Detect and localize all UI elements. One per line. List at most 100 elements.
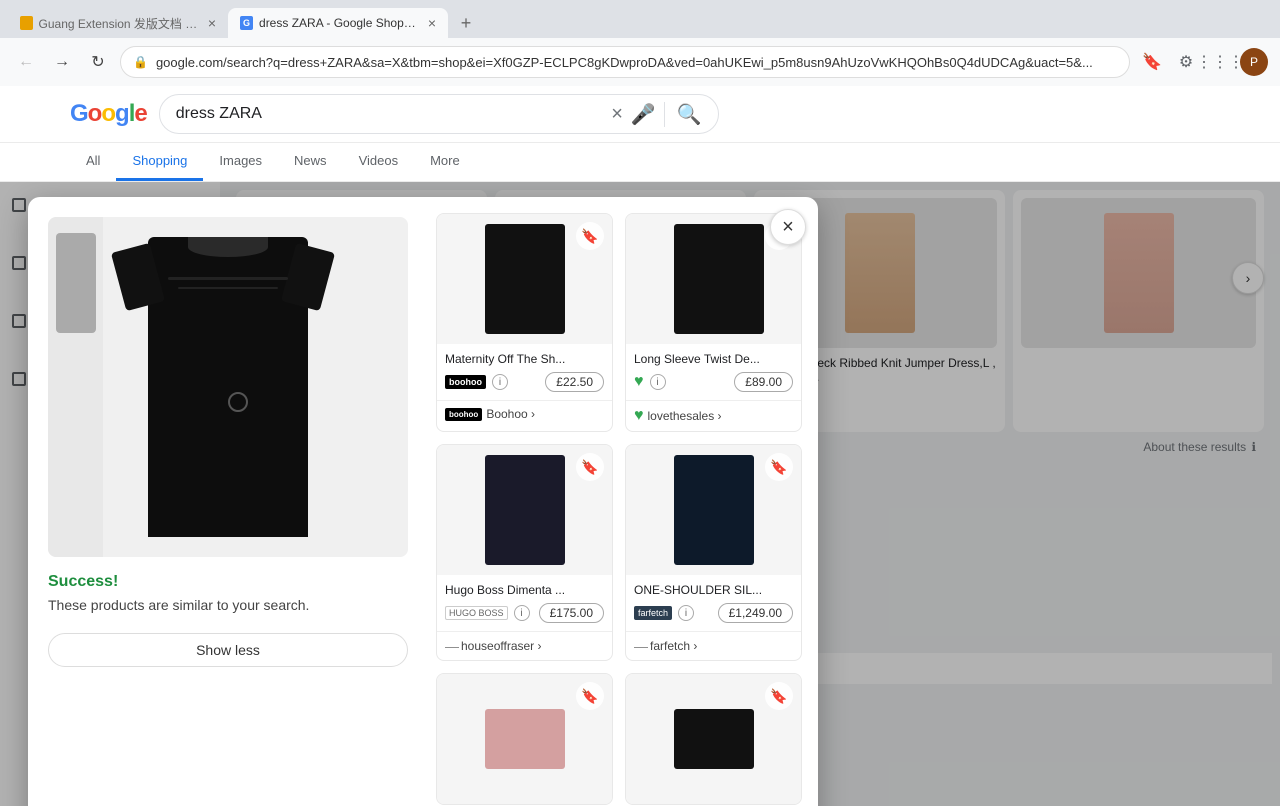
success-text: Success! bbox=[48, 573, 408, 591]
maternity-price[interactable]: £22.50 bbox=[545, 372, 604, 392]
maternity-footer: boohoo i £22.50 bbox=[445, 372, 604, 392]
success-section: Success! These products are similar to y… bbox=[48, 573, 408, 613]
dress-drape bbox=[168, 277, 288, 280]
modal-close-button[interactable]: × bbox=[770, 209, 806, 245]
heart-icon: ♥ bbox=[634, 373, 644, 391]
tab-bar: Guang Extension 发版文档 - Fe... × G dress Z… bbox=[0, 0, 1280, 38]
farfetch-dash: — bbox=[634, 638, 646, 654]
tab-videos[interactable]: Videos bbox=[343, 143, 415, 181]
maternity-retailer-label: Boohoo › bbox=[486, 407, 535, 421]
hugo-retailer-label: houseoffraser › bbox=[461, 639, 542, 653]
tab-guang-close[interactable]: × bbox=[208, 15, 216, 31]
hugo-retailer-footer[interactable]: — houseoffraser › bbox=[437, 631, 612, 660]
shoulder-bookmark-icon[interactable]: 🔖 bbox=[765, 453, 793, 481]
twist-name: Long Sleeve Twist De... bbox=[634, 352, 793, 366]
guang-favicon bbox=[20, 16, 33, 30]
twist-retailer-footer[interactable]: ♥ lovethesales › bbox=[626, 400, 801, 431]
search-input-wrap[interactable]: dress ZARA × 🎤 🔍 bbox=[159, 94, 719, 134]
product-row-3: 🔖 🔖 bbox=[436, 673, 802, 805]
tab-shopping[interactable]: Shopping bbox=[116, 143, 203, 181]
dress-container bbox=[138, 232, 318, 542]
boohoo-logo-2: boohoo bbox=[445, 408, 482, 421]
shoulder-price[interactable]: £1,249.00 bbox=[718, 603, 793, 623]
product-row-1: 🔖 Maternity Off The Sh... boohoo i £22.5… bbox=[436, 213, 802, 432]
product-twist[interactable]: 🔖 Long Sleeve Twist De... ♥ i £89.00 bbox=[625, 213, 802, 432]
dress-body bbox=[148, 237, 308, 537]
shopping-tabs: All Shopping Images News Videos More bbox=[0, 143, 1280, 182]
product-shoulder[interactable]: 🔖 ONE-SHOULDER SIL... farfetch i £1,249.… bbox=[625, 444, 802, 661]
tab-guang-label: Guang Extension 发版文档 - Fe... bbox=[39, 15, 198, 32]
twist-retailer-label: lovethesales › bbox=[648, 409, 722, 423]
clear-search-icon[interactable]: × bbox=[611, 103, 623, 126]
forward-button[interactable]: → bbox=[48, 48, 76, 76]
apps-button[interactable]: ⋮⋮⋮ bbox=[1206, 48, 1234, 76]
product-partial-1[interactable]: 🔖 bbox=[436, 673, 613, 805]
partial-2-bookmark[interactable]: 🔖 bbox=[765, 682, 793, 710]
shoulder-retailer-footer[interactable]: — farfetch › bbox=[626, 631, 801, 660]
mic-icon[interactable]: 🎤 bbox=[631, 102, 656, 127]
twist-wide-shape bbox=[739, 224, 764, 334]
tab-more[interactable]: More bbox=[414, 143, 476, 181]
hugo-name: Hugo Boss Dimenta ... bbox=[445, 583, 604, 597]
hugo-body: Hugo Boss Dimenta ... HUGO BOSS i £175.0… bbox=[437, 575, 612, 631]
twist-price[interactable]: £89.00 bbox=[734, 372, 793, 392]
twist-dress-shape bbox=[674, 224, 754, 334]
tab-google-close[interactable]: × bbox=[428, 15, 436, 31]
similarity-modal: × bbox=[28, 197, 818, 806]
search-bar: Google dress ZARA × 🎤 🔍 bbox=[0, 86, 1280, 143]
dress-sleeve-right bbox=[281, 243, 335, 311]
reload-button[interactable]: ↻ bbox=[84, 48, 112, 76]
twist-footer: ♥ i £89.00 bbox=[634, 372, 793, 392]
product-partial-2[interactable]: 🔖 bbox=[625, 673, 802, 805]
tab-images[interactable]: Images bbox=[203, 143, 278, 181]
tab-news[interactable]: News bbox=[278, 143, 343, 181]
twist-body: Long Sleeve Twist De... ♥ i £89.00 bbox=[626, 344, 801, 400]
tab-all[interactable]: All bbox=[70, 143, 116, 181]
maternity-name: Maternity Off The Sh... bbox=[445, 352, 604, 366]
product-row-2: 🔖 Hugo Boss Dimenta ... HUGO BOSS i £175… bbox=[436, 444, 802, 661]
twist-info-icon[interactable]: i bbox=[650, 374, 666, 390]
houseoffraser-logo: — bbox=[445, 638, 457, 654]
dress-sleeve-left bbox=[111, 243, 165, 311]
success-desc: These products are similar to your searc… bbox=[48, 597, 408, 613]
search-icon[interactable]: 🔍 bbox=[664, 102, 702, 127]
google-favicon: G bbox=[240, 16, 253, 30]
farfetch-logo: farfetch bbox=[634, 606, 672, 620]
tab-google-label: dress ZARA - Google Shoppin... bbox=[259, 16, 418, 30]
dress-drape2 bbox=[178, 287, 278, 289]
shoulder-dress-shape bbox=[674, 455, 754, 565]
show-less-button[interactable]: Show less bbox=[48, 633, 408, 667]
dress-neckline bbox=[188, 237, 268, 257]
modal-right-panel: 🔖 Maternity Off The Sh... boohoo i £22.5… bbox=[428, 197, 818, 806]
hugo-boss-logo: HUGO BOSS bbox=[445, 606, 508, 620]
maternity-retailer-footer[interactable]: boohoo Boohoo › bbox=[437, 400, 612, 427]
hugo-price[interactable]: £175.00 bbox=[539, 603, 604, 623]
bookmark-button[interactable]: 🔖 bbox=[1138, 48, 1166, 76]
hugo-dress-shape bbox=[485, 455, 565, 565]
tab-google[interactable]: G dress ZARA - Google Shoppin... × bbox=[228, 8, 448, 38]
address-text: google.com/search?q=dress+ZARA&sa=X&tbm=… bbox=[156, 55, 1117, 70]
maternity-bookmark-icon[interactable]: 🔖 bbox=[576, 222, 604, 250]
modal-overlay: × bbox=[0, 182, 1280, 806]
profile-button[interactable]: P bbox=[1240, 48, 1268, 76]
product-hugo[interactable]: 🔖 Hugo Boss Dimenta ... HUGO BOSS i £175… bbox=[436, 444, 613, 661]
partial-2-shape bbox=[674, 709, 754, 769]
hugo-footer: HUGO BOSS i £175.00 bbox=[445, 603, 604, 623]
new-tab-button[interactable]: + bbox=[452, 9, 480, 37]
maternity-info-icon[interactable]: i bbox=[492, 374, 508, 390]
google-logo: Google bbox=[70, 100, 147, 128]
partial-1-bookmark[interactable]: 🔖 bbox=[576, 682, 604, 710]
modal-left-panel: Success! These products are similar to y… bbox=[28, 197, 428, 806]
search-query: dress ZARA bbox=[176, 105, 604, 123]
shoulder-body: ONE-SHOULDER SIL... farfetch i £1,249.00 bbox=[626, 575, 801, 631]
results-wrapper: Wrap £22.99 Zara UK £3.95 delivery Empir… bbox=[0, 182, 1280, 806]
address-bar[interactable]: 🔒 google.com/search?q=dress+ZARA&sa=X&tb… bbox=[120, 46, 1130, 78]
modal-body: Success! These products are similar to y… bbox=[28, 197, 818, 806]
product-maternity[interactable]: 🔖 Maternity Off The Sh... boohoo i £22.5… bbox=[436, 213, 613, 432]
shoulder-info-icon[interactable]: i bbox=[678, 605, 694, 621]
hugo-bookmark-icon[interactable]: 🔖 bbox=[576, 453, 604, 481]
hugo-info-icon[interactable]: i bbox=[514, 605, 530, 621]
lock-icon: 🔒 bbox=[133, 55, 148, 69]
tab-guang[interactable]: Guang Extension 发版文档 - Fe... × bbox=[8, 8, 228, 38]
back-button[interactable]: ← bbox=[12, 48, 40, 76]
